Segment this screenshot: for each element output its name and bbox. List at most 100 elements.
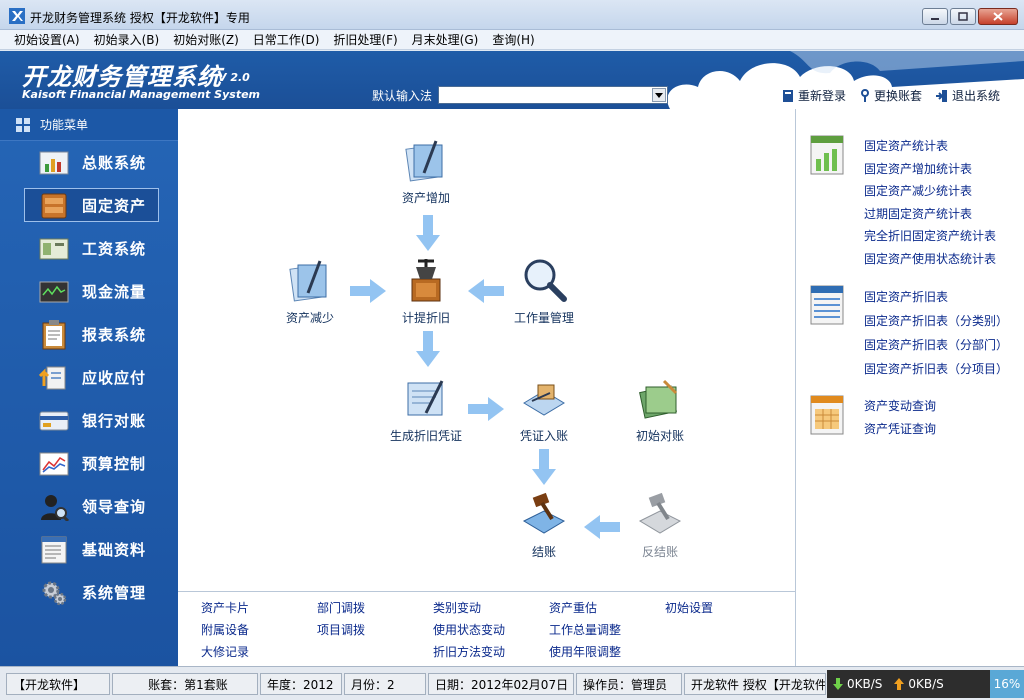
link-dept-transfer[interactable]: 部门调拨 — [317, 600, 433, 616]
report-query-icon — [810, 395, 844, 435]
switch-account-label: 更换账套 — [873, 89, 922, 103]
link-asset-card[interactable]: 资产卡片 — [201, 600, 317, 616]
status-account: 账套：第1套账 — [112, 673, 258, 695]
edit-document-icon — [289, 260, 327, 302]
flow-voucher-post[interactable]: 凭证入账 — [494, 375, 594, 444]
link-attached-equipment[interactable]: 附属设备 — [201, 622, 317, 638]
sidebar-item-leader-query[interactable]: 领导查询 — [0, 485, 178, 528]
rlink-depreciation[interactable]: 固定资产折旧表 — [864, 285, 1008, 309]
link-project-transfer[interactable]: 项目调拨 — [317, 622, 433, 638]
title-bar: 开龙财务管理系统 授权【开龙软件】专用 — [0, 0, 1024, 30]
rlink-dep-by-category[interactable]: 固定资产折旧表（分类别） — [864, 309, 1008, 333]
sidebar-item-receivables[interactable]: 应收应付 — [0, 356, 178, 399]
sidebar-item-general-ledger[interactable]: 总账系统 — [0, 141, 178, 184]
rlink-decrease[interactable]: 固定资产减少统计表 — [864, 180, 996, 203]
book-icon — [782, 89, 793, 102]
rlink-voucher-query[interactable]: 资产凭证查询 — [864, 418, 936, 441]
sidebar-item-payroll[interactable]: 工资系统 — [0, 227, 178, 270]
minimize-icon — [931, 17, 939, 20]
exit-button[interactable]: 退出系统 — [935, 87, 1000, 104]
close-icon — [993, 12, 1003, 21]
close-button[interactable] — [978, 8, 1018, 25]
arrow-up-orange-icon — [894, 678, 905, 690]
arrow-left-icon — [584, 515, 620, 539]
menu-depreciation[interactable]: 折旧处理(F) — [333, 30, 404, 50]
ime-label: 默认输入法 — [372, 89, 433, 103]
report-table-icon — [810, 285, 844, 325]
rlink-dep-by-project[interactable]: 固定资产折旧表（分项目） — [864, 357, 1008, 381]
notebook-icon — [407, 380, 444, 416]
edit-document-icon — [405, 140, 443, 182]
rlink-usage-status[interactable]: 固定资产使用状态统计表 — [864, 248, 996, 271]
link-overhaul-record[interactable]: 大修记录 — [201, 644, 317, 660]
status-bar: 【开龙软件】 账套：第1套账 年度：2012 月份：2 日期：2012年02月0… — [0, 666, 1024, 700]
sidebar-item-reports[interactable]: 报表系统 — [0, 313, 178, 356]
link-status-change[interactable]: 使用状态变动 — [433, 622, 549, 638]
menu-query[interactable]: 查询(H) — [492, 30, 541, 50]
rlink-increase[interactable]: 固定资产增加统计表 — [864, 158, 996, 181]
maximize-button[interactable] — [950, 8, 976, 25]
banner-subtitle: Kaisoft Financial Management System — [22, 88, 260, 101]
flow-reverse-close[interactable]: 反结账 — [610, 491, 710, 560]
menu-daily-work[interactable]: 日常工作(D) — [253, 30, 327, 50]
link-method-change[interactable]: 折旧方法变动 — [433, 644, 549, 660]
sidebar-item-cash-flow[interactable]: 现金流量 — [0, 270, 178, 313]
status-date: 日期：2012年02月07日 — [428, 673, 574, 695]
chevron-down-icon — [655, 92, 663, 98]
rlink-expired[interactable]: 过期固定资产统计表 — [864, 203, 996, 226]
link-initial-settings[interactable]: 初始设置 — [665, 600, 765, 616]
gear-icon — [42, 581, 67, 605]
window-title: 开龙财务管理系统 授权【开龙软件】专用 — [30, 11, 250, 25]
sidebar-item-label: 报表系统 — [82, 326, 147, 344]
sidebar-item-fixed-assets[interactable]: 固定资产 — [0, 184, 178, 227]
menu-initial-settings[interactable]: 初始设置(A) — [14, 30, 87, 50]
sidebar-item-bank-recon[interactable]: 银行对账 — [0, 399, 178, 442]
flow-label: 凭证入账 — [519, 429, 568, 443]
sidebar-item-label: 固定资产 — [82, 197, 147, 215]
status-company: 【开龙软件】 — [6, 673, 110, 695]
sidebar-item-budget[interactable]: 预算控制 — [0, 442, 178, 485]
sidebar-item-basic-data[interactable]: 基础资料 — [0, 528, 178, 571]
arrow-right-icon — [468, 397, 504, 421]
link-category-change[interactable]: 类别变动 — [433, 600, 549, 616]
cabinet-icon — [41, 193, 67, 218]
flow-asset-add[interactable]: 资产增加 — [376, 137, 476, 206]
flow-initial-recon[interactable]: 初始对账 — [610, 375, 710, 444]
document-list-icon — [41, 536, 67, 563]
ime-select[interactable] — [438, 86, 668, 104]
sidebar: 功能菜单 总账系统 固定资产 工资系统 现金流量 报表系统 应收应付 银行对账 … — [0, 109, 178, 666]
search-icon — [524, 259, 567, 302]
flow-workload[interactable]: 工作量管理 — [494, 257, 594, 326]
sidebar-item-system-admin[interactable]: 系统管理 — [0, 571, 178, 614]
exit-icon — [935, 89, 947, 102]
flow-depreciation[interactable]: 计提折旧 — [376, 257, 476, 326]
link-workload-adjust[interactable]: 工作总量调整 — [549, 622, 665, 638]
user-magnifier-icon — [41, 494, 69, 521]
link-revaluation[interactable]: 资产重估 — [549, 600, 665, 616]
relogin-button[interactable]: 重新登录 — [782, 87, 846, 104]
ime-dropdown-arrow[interactable] — [652, 88, 666, 102]
status-month: 月份：2 — [344, 673, 426, 695]
menu-initial-recon[interactable]: 初始对账(Z) — [173, 30, 246, 50]
flow-label: 工作量管理 — [513, 311, 574, 325]
rlink-dep-by-dept[interactable]: 固定资产折旧表（分部门） — [864, 333, 1008, 357]
flow-close[interactable]: 结账 — [494, 491, 594, 560]
flow-asset-reduce[interactable]: 资产减少 — [260, 257, 360, 326]
quick-links: 资产卡片 部门调拨 类别变动 资产重估 初始设置 附属设备 项目调拨 使用状态变… — [178, 591, 796, 666]
voucher-icon — [523, 384, 565, 416]
menu-initial-entry[interactable]: 初始录入(B) — [94, 30, 167, 50]
rlink-change-query[interactable]: 资产变动查询 — [864, 395, 936, 418]
cpu-percent: 16% — [990, 670, 1024, 698]
flow-gen-voucher[interactable]: 生成折旧凭证 — [376, 375, 476, 444]
menu-month-end[interactable]: 月末处理(G) — [412, 30, 486, 50]
link-life-adjust[interactable]: 使用年限调整 — [549, 644, 665, 660]
network-monitor: 0KB/S 0KB/S 16% — [827, 670, 1024, 698]
flow-panel: 资产增加 资产减少 计提折旧 工作量管理 生成折旧凭证 凭证入账 初始对账 结账… — [178, 109, 796, 591]
arrow-down-icon — [416, 215, 440, 251]
switch-account-button[interactable]: 更换账套 — [860, 87, 922, 104]
rlink-fully-depreciated[interactable]: 完全折旧固定资产统计表 — [864, 225, 996, 248]
gavel-icon — [522, 492, 566, 534]
minimize-button[interactable] — [922, 8, 948, 25]
download-speed: 0KB/S — [847, 677, 883, 691]
rlink-stat[interactable]: 固定资产统计表 — [864, 135, 996, 158]
